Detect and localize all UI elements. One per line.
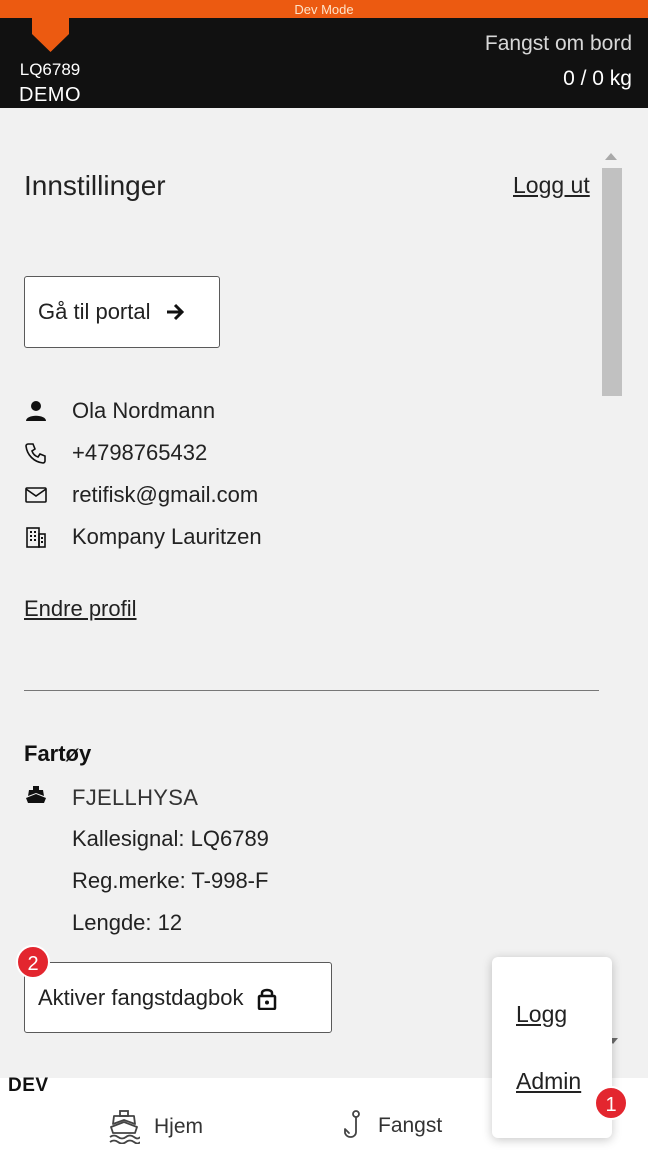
boat-waves-icon [109,1110,140,1144]
dev-label: DEV [8,1075,49,1096]
header-demo-label: DEMO [19,84,81,106]
vessel-callsign: Kallesignal: LQ6789 [72,826,269,851]
person-icon [24,399,48,423]
building-icon [24,525,48,549]
fish-hook-icon [344,1110,360,1138]
menu-item-admin[interactable]: Admin [516,1068,581,1095]
orange-pennant-icon [32,18,69,52]
nav-catch-label: Fangst [378,1114,443,1137]
page-title: Innstillinger [24,170,166,201]
ship-icon [26,786,46,803]
logout-link[interactable]: Logg ut [513,172,590,199]
activate-catch-logbook-button[interactable]: Aktiver fangstdagbok [24,962,332,1033]
dev-mode-label: Dev Mode [294,2,354,17]
mail-icon [24,483,48,507]
step-badge-1: 1 [594,1086,628,1120]
vessel-registration: Reg.merke: T-998-F [72,868,269,893]
profile-phone: +4798765432 [72,440,208,465]
edit-profile-link[interactable]: Endre profil [24,596,137,622]
vessel-length: Lengde: 12 [72,910,183,935]
activate-button-label: Aktiver fangstdagbok [38,984,244,1010]
go-to-portal-button[interactable]: Gå til portal [24,276,220,348]
nav-catch[interactable]: Fangst [342,1110,442,1142]
profile-company: Kompany Lauritzen [72,524,262,549]
nav-home[interactable]: Hjem [108,1110,203,1144]
profile-name-row: Ola Nordmann [24,396,215,426]
scrollbar-thumb[interactable] [602,168,622,396]
arrow-right-icon [166,303,184,321]
app-header: LQ6789 DEMO Fangst om bord 0 / 0 kg [0,18,648,108]
vessel-heading: Fartøy [24,741,92,766]
dev-mode-banner: Dev Mode [0,0,648,18]
catch-on-board-label: Fangst om bord [484,32,632,55]
menu-item-logg[interactable]: Logg [516,1001,567,1028]
profile-company-row: Kompany Lauritzen [24,522,262,552]
section-divider [24,690,599,691]
portal-button-label: Gå til portal [38,299,151,324]
phone-icon [24,441,48,465]
header-callsign: LQ6789 [19,60,81,79]
profile-email-row: retifisk@gmail.com [24,480,258,510]
admin-popup-menu: Logg Admin [492,957,612,1138]
profile-email: retifisk@gmail.com [72,482,259,507]
profile-phone-row: +4798765432 [24,438,207,468]
lock-icon [258,988,277,1010]
step-badge-2: 2 [16,945,50,979]
profile-name: Ola Nordmann [72,398,216,423]
scroll-up-arrow[interactable] [605,153,617,160]
vessel-name: FJELLHYSA [72,785,199,810]
catch-on-board-value: 0 / 0 kg [563,67,632,90]
nav-home-label: Hjem [154,1115,204,1138]
